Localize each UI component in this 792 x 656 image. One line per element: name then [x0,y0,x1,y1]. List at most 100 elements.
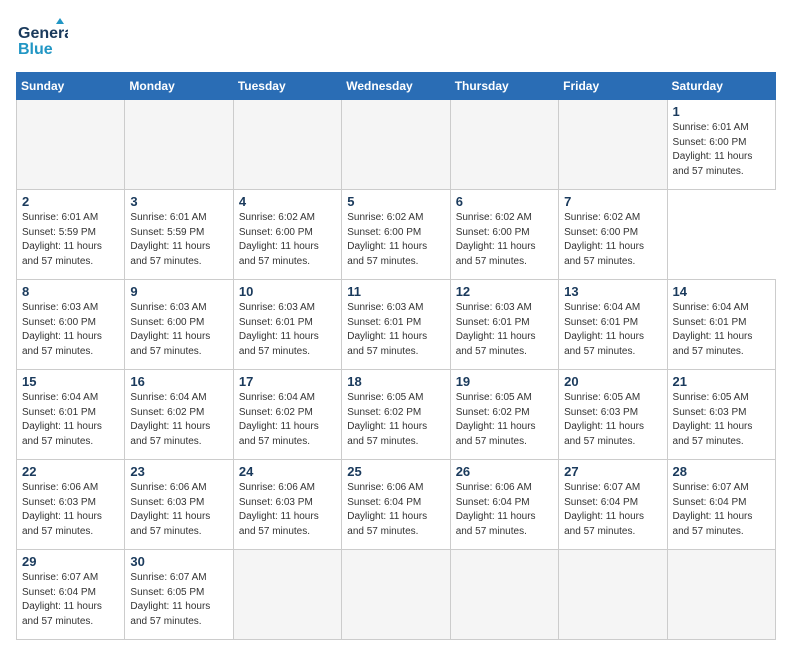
calendar-body: 1 Sunrise: 6:01 AMSunset: 6:00 PMDayligh… [17,100,776,640]
day-number: 1 [673,104,770,119]
day-info: Sunrise: 6:03 AMSunset: 6:00 PMDaylight:… [130,301,227,359]
day-info: Sunrise: 6:02 AMSunset: 6:00 PMDaylight:… [456,211,553,269]
calendar-cell [233,550,341,640]
calendar-cell: 27 Sunrise: 6:07 AMSunset: 6:04 PMDaylig… [559,460,667,550]
calendar-header: SundayMondayTuesdayWednesdayThursdayFrid… [17,73,776,100]
calendar-cell: 3 Sunrise: 6:01 AMSunset: 5:59 PMDayligh… [125,190,233,280]
day-info: Sunrise: 6:05 AMSunset: 6:02 PMDaylight:… [456,391,553,449]
day-info: Sunrise: 6:06 AMSunset: 6:03 PMDaylight:… [130,481,227,539]
day-info: Sunrise: 6:06 AMSunset: 6:04 PMDaylight:… [456,481,553,539]
calendar-cell [17,100,125,190]
calendar-cell [559,100,667,190]
day-info: Sunrise: 6:07 AMSunset: 6:04 PMDaylight:… [564,481,661,539]
day-info: Sunrise: 6:07 AMSunset: 6:05 PMDaylight:… [130,571,227,629]
calendar-cell: 21 Sunrise: 6:05 AMSunset: 6:03 PMDaylig… [667,370,775,460]
day-info: Sunrise: 6:07 AMSunset: 6:04 PMDaylight:… [673,481,770,539]
calendar-cell: 8 Sunrise: 6:03 AMSunset: 6:00 PMDayligh… [17,280,125,370]
day-info: Sunrise: 6:05 AMSunset: 6:02 PMDaylight:… [347,391,444,449]
day-info: Sunrise: 6:04 AMSunset: 6:01 PMDaylight:… [564,301,661,359]
day-info: Sunrise: 6:04 AMSunset: 6:01 PMDaylight:… [673,301,770,359]
day-number: 23 [130,464,227,479]
day-info: Sunrise: 6:01 AMSunset: 5:59 PMDaylight:… [130,211,227,269]
calendar-row: 29 Sunrise: 6:07 AMSunset: 6:04 PMDaylig… [17,550,776,640]
calendar-cell: 11 Sunrise: 6:03 AMSunset: 6:01 PMDaylig… [342,280,450,370]
calendar-cell [559,550,667,640]
day-number: 22 [22,464,119,479]
day-number: 12 [456,284,553,299]
day-number: 14 [673,284,770,299]
day-info: Sunrise: 6:05 AMSunset: 6:03 PMDaylight:… [673,391,770,449]
calendar-cell: 12 Sunrise: 6:03 AMSunset: 6:01 PMDaylig… [450,280,558,370]
day-info: Sunrise: 6:06 AMSunset: 6:04 PMDaylight:… [347,481,444,539]
calendar-cell: 29 Sunrise: 6:07 AMSunset: 6:04 PMDaylig… [17,550,125,640]
day-number: 27 [564,464,661,479]
calendar-cell: 20 Sunrise: 6:05 AMSunset: 6:03 PMDaylig… [559,370,667,460]
calendar-row: 2 Sunrise: 6:01 AMSunset: 5:59 PMDayligh… [17,190,776,280]
calendar-cell: 23 Sunrise: 6:06 AMSunset: 6:03 PMDaylig… [125,460,233,550]
day-number: 8 [22,284,119,299]
calendar-row: 22 Sunrise: 6:06 AMSunset: 6:03 PMDaylig… [17,460,776,550]
day-number: 19 [456,374,553,389]
calendar-cell: 25 Sunrise: 6:06 AMSunset: 6:04 PMDaylig… [342,460,450,550]
calendar-cell: 9 Sunrise: 6:03 AMSunset: 6:00 PMDayligh… [125,280,233,370]
day-number: 20 [564,374,661,389]
calendar-cell [125,100,233,190]
header-cell-wednesday: Wednesday [342,73,450,100]
logo: General Blue [16,16,68,64]
calendar-row: 8 Sunrise: 6:03 AMSunset: 6:00 PMDayligh… [17,280,776,370]
header-cell-friday: Friday [559,73,667,100]
day-info: Sunrise: 6:03 AMSunset: 6:01 PMDaylight:… [456,301,553,359]
day-number: 18 [347,374,444,389]
calendar-cell: 26 Sunrise: 6:06 AMSunset: 6:04 PMDaylig… [450,460,558,550]
calendar-cell: 17 Sunrise: 6:04 AMSunset: 6:02 PMDaylig… [233,370,341,460]
header-cell-monday: Monday [125,73,233,100]
calendar-cell: 1 Sunrise: 6:01 AMSunset: 6:00 PMDayligh… [667,100,775,190]
header-cell-sunday: Sunday [17,73,125,100]
day-number: 29 [22,554,119,569]
calendar-row: 1 Sunrise: 6:01 AMSunset: 6:00 PMDayligh… [17,100,776,190]
header-cell-thursday: Thursday [450,73,558,100]
calendar-cell: 5 Sunrise: 6:02 AMSunset: 6:00 PMDayligh… [342,190,450,280]
day-info: Sunrise: 6:02 AMSunset: 6:00 PMDaylight:… [239,211,336,269]
calendar-cell: 30 Sunrise: 6:07 AMSunset: 6:05 PMDaylig… [125,550,233,640]
day-number: 16 [130,374,227,389]
calendar-cell: 28 Sunrise: 6:07 AMSunset: 6:04 PMDaylig… [667,460,775,550]
day-number: 30 [130,554,227,569]
svg-text:Blue: Blue [18,41,53,58]
day-number: 6 [456,194,553,209]
day-number: 5 [347,194,444,209]
day-number: 10 [239,284,336,299]
day-number: 28 [673,464,770,479]
day-info: Sunrise: 6:02 AMSunset: 6:00 PMDaylight:… [564,211,661,269]
day-info: Sunrise: 6:05 AMSunset: 6:03 PMDaylight:… [564,391,661,449]
page-header: General Blue [16,16,776,64]
day-number: 21 [673,374,770,389]
calendar-cell: 13 Sunrise: 6:04 AMSunset: 6:01 PMDaylig… [559,280,667,370]
calendar-cell: 18 Sunrise: 6:05 AMSunset: 6:02 PMDaylig… [342,370,450,460]
day-info: Sunrise: 6:07 AMSunset: 6:04 PMDaylight:… [22,571,119,629]
day-info: Sunrise: 6:01 AMSunset: 5:59 PMDaylight:… [22,211,119,269]
day-info: Sunrise: 6:04 AMSunset: 6:02 PMDaylight:… [239,391,336,449]
calendar-cell: 15 Sunrise: 6:04 AMSunset: 6:01 PMDaylig… [17,370,125,460]
day-number: 11 [347,284,444,299]
day-number: 3 [130,194,227,209]
day-number: 4 [239,194,336,209]
calendar-cell [233,100,341,190]
header-row: SundayMondayTuesdayWednesdayThursdayFrid… [17,73,776,100]
day-number: 25 [347,464,444,479]
header-cell-saturday: Saturday [667,73,775,100]
calendar-cell [667,550,775,640]
day-number: 9 [130,284,227,299]
calendar-cell: 16 Sunrise: 6:04 AMSunset: 6:02 PMDaylig… [125,370,233,460]
day-info: Sunrise: 6:04 AMSunset: 6:02 PMDaylight:… [130,391,227,449]
calendar-cell: 10 Sunrise: 6:03 AMSunset: 6:01 PMDaylig… [233,280,341,370]
calendar-cell [450,100,558,190]
day-info: Sunrise: 6:03 AMSunset: 6:00 PMDaylight:… [22,301,119,359]
calendar-cell [342,550,450,640]
day-info: Sunrise: 6:04 AMSunset: 6:01 PMDaylight:… [22,391,119,449]
day-number: 24 [239,464,336,479]
day-info: Sunrise: 6:03 AMSunset: 6:01 PMDaylight:… [239,301,336,359]
calendar-cell: 22 Sunrise: 6:06 AMSunset: 6:03 PMDaylig… [17,460,125,550]
svg-text:General: General [18,25,68,42]
day-info: Sunrise: 6:01 AMSunset: 6:00 PMDaylight:… [673,121,770,179]
